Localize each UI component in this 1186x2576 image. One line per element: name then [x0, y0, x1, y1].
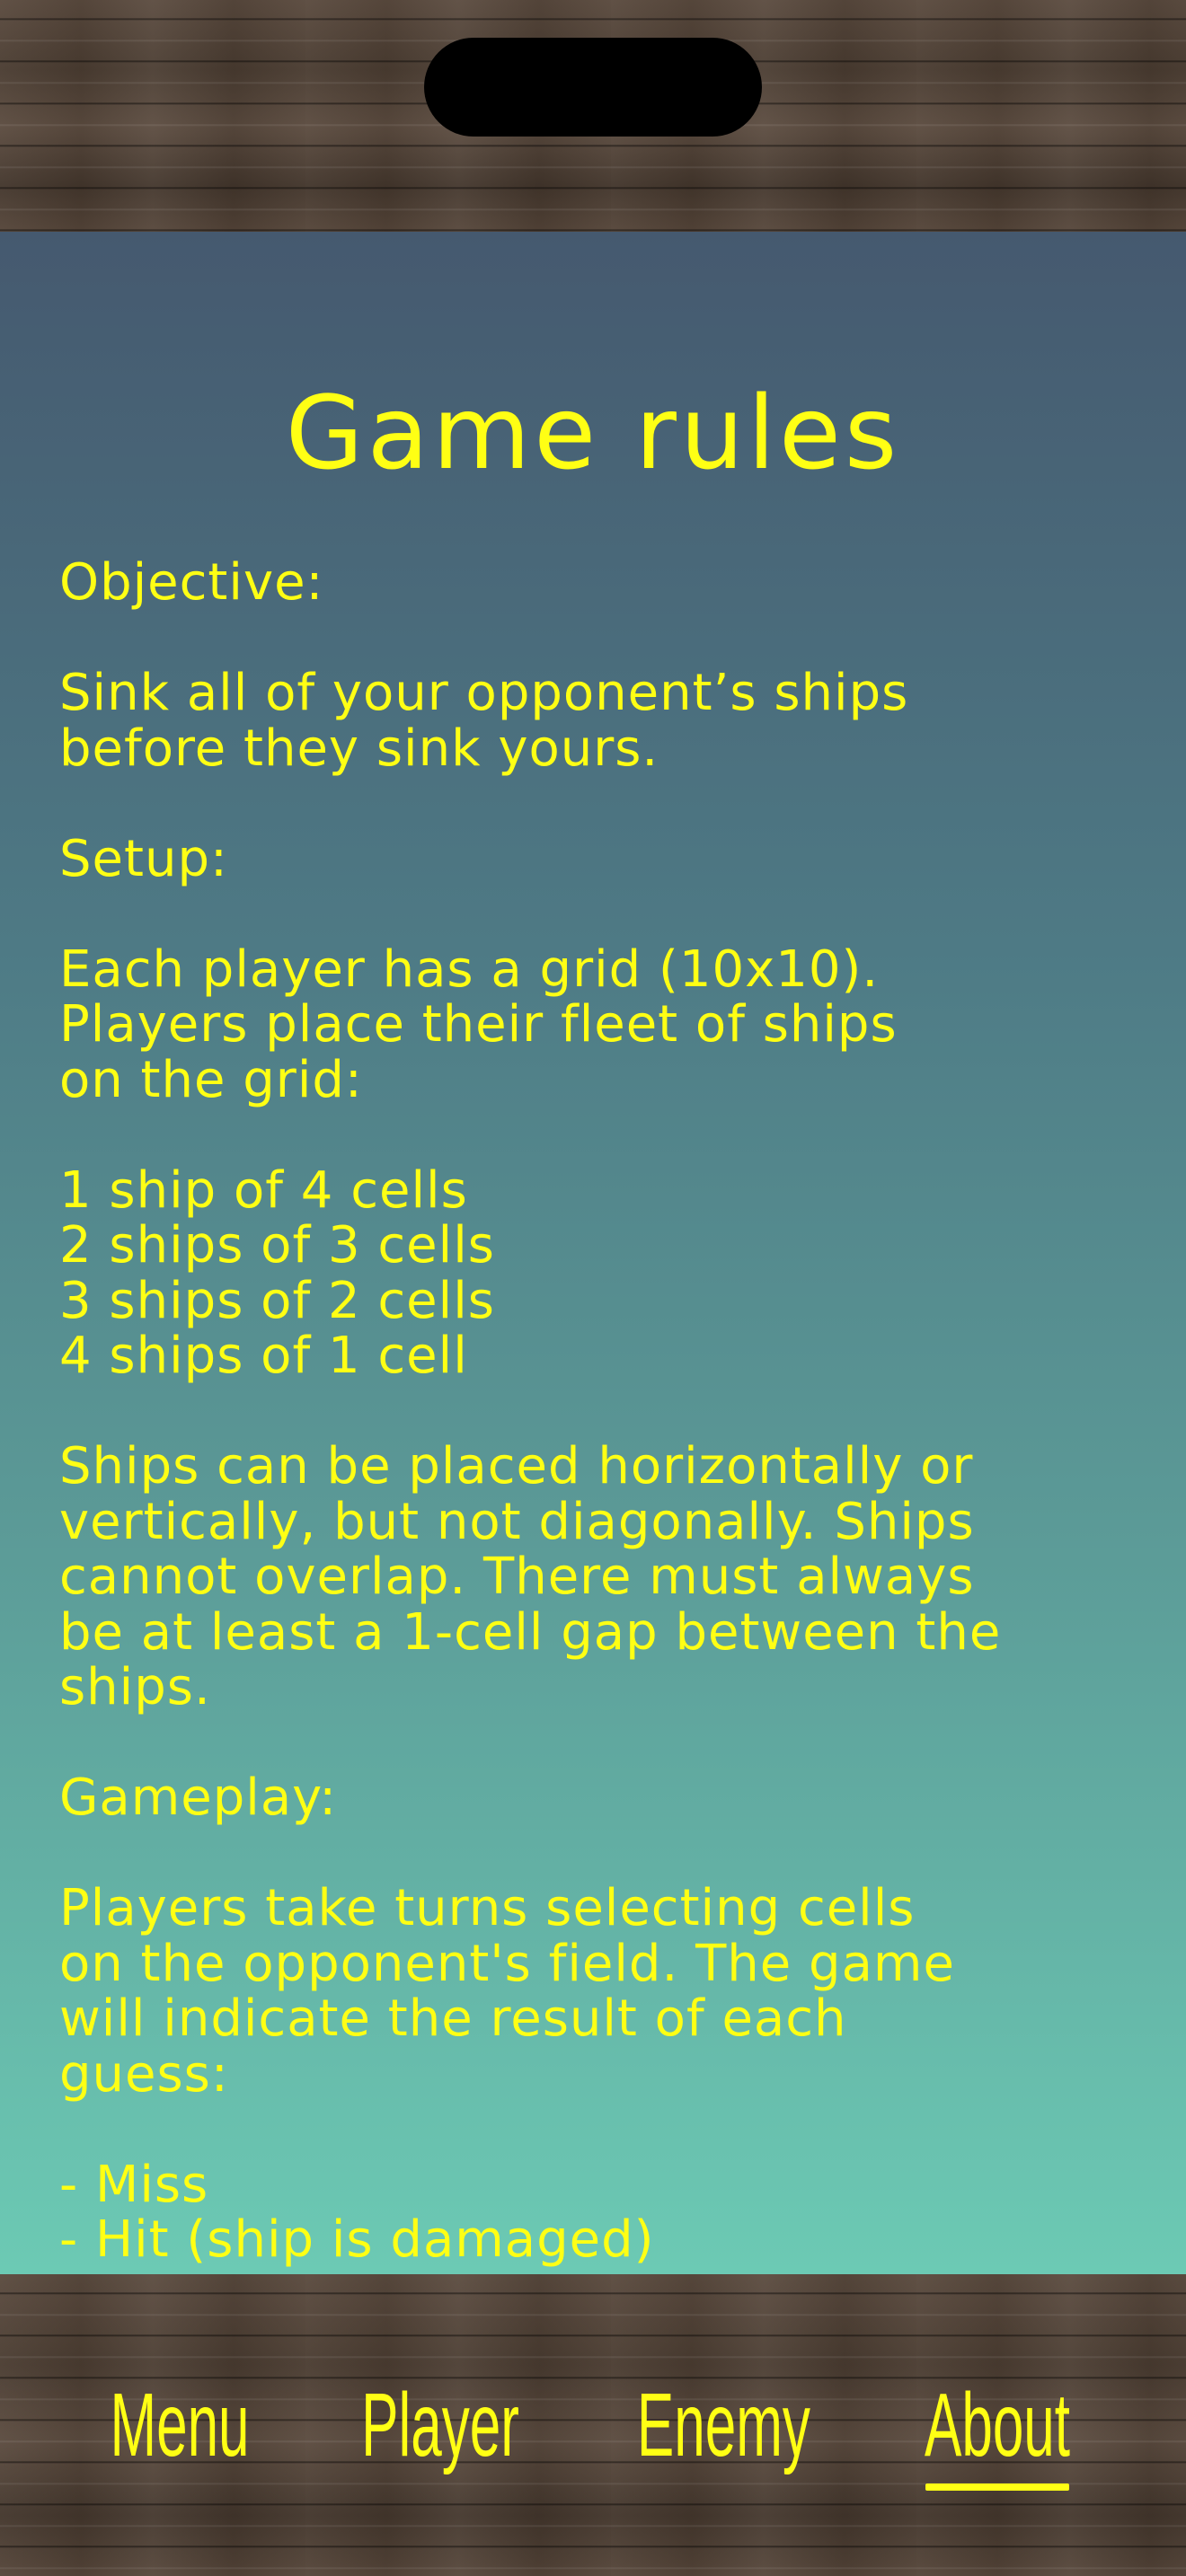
tab-player[interactable]: Player [349, 2344, 533, 2506]
tab-bar: Menu Player Enemy About [0, 2344, 1186, 2506]
page-title: Game rules [285, 375, 901, 492]
dynamic-island [424, 38, 762, 137]
tab-enemy[interactable]: Enemy [637, 2344, 810, 2506]
rules-text: Objective: Sink all of your opponent’s s… [59, 553, 1002, 2269]
selected-tab-indicator [925, 2483, 1069, 2491]
rules-panel: Game rules Objective: Sink all of your o… [0, 232, 1186, 2274]
tab-menu[interactable]: Menu [91, 2344, 269, 2506]
tab-about[interactable]: About [908, 2344, 1086, 2506]
